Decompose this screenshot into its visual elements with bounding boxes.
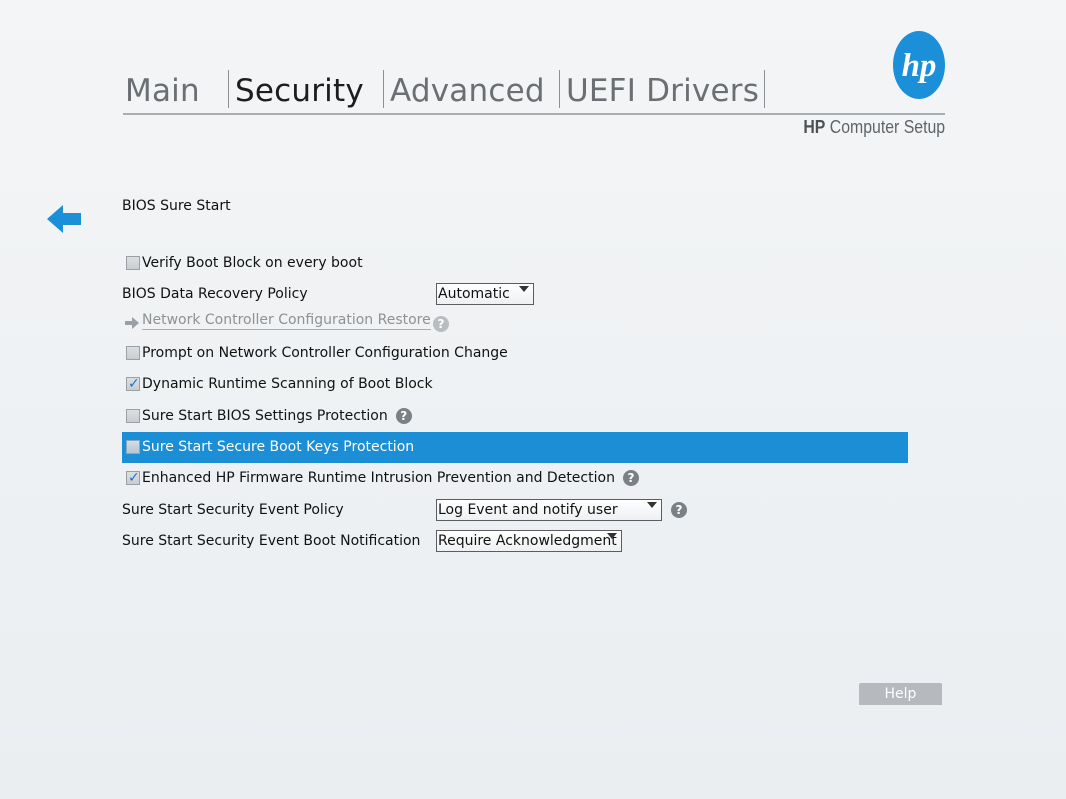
data-recovery-policy-label: BIOS Data Recovery Policy — [122, 286, 308, 302]
tab-security[interactable]: Security — [235, 73, 364, 109]
event-policy-select[interactable]: Log Event and notify user — [436, 499, 662, 521]
checkmark-icon: ✓ — [128, 470, 140, 486]
bios-settings-protection-checkbox[interactable] — [126, 409, 140, 423]
secure-boot-keys-protection-checkbox[interactable] — [126, 440, 140, 454]
network-restore-link[interactable]: Network Controller Configuration Restore — [142, 312, 431, 330]
brand-bold: HP — [803, 117, 826, 137]
chevron-down-icon — [607, 533, 617, 539]
help-icon[interactable]: ? — [395, 408, 412, 424]
boot-notification-row: Sure Start Security Event Boot Notificat… — [122, 526, 908, 557]
bios-settings-protection-text: Sure Start BIOS Settings Protection — [142, 408, 388, 424]
hp-logo: hp — [893, 31, 945, 99]
hp-logo-text: hp — [902, 48, 937, 84]
boot-notification-select[interactable]: Require Acknowledgment — [436, 530, 622, 552]
checkmark-icon: ✓ — [128, 376, 140, 392]
boot-notification-value: Require Acknowledgment — [438, 533, 617, 549]
bios-settings-protection-label: Sure Start BIOS Settings Protection? — [142, 401, 412, 432]
section-title: BIOS Sure Start — [122, 198, 231, 214]
chevron-down-icon — [647, 502, 657, 508]
help-icon[interactable]: ? — [622, 470, 639, 486]
verify-boot-block-row: Verify Boot Block on every boot — [122, 248, 908, 279]
brand-title: HP Computer Setup — [803, 117, 945, 138]
enhanced-firmware-text: Enhanced HP Firmware Runtime Intrusion P… — [142, 470, 615, 486]
event-policy-row: Sure Start Security Event Policy Log Eve… — [122, 495, 908, 526]
prompt-network-change-checkbox[interactable] — [126, 346, 140, 360]
dynamic-scanning-row: ✓ Dynamic Runtime Scanning of Boot Block — [122, 369, 908, 400]
prompt-network-change-row: Prompt on Network Controller Configurati… — [122, 338, 908, 369]
prompt-network-change-label: Prompt on Network Controller Configurati… — [142, 345, 508, 361]
verify-boot-block-checkbox[interactable] — [126, 256, 140, 270]
dynamic-scanning-checkbox[interactable]: ✓ — [126, 376, 140, 392]
data-recovery-policy-value: Automatic — [438, 286, 510, 302]
enhanced-firmware-row: ✓ Enhanced HP Firmware Runtime Intrusion… — [122, 463, 908, 494]
secure-boot-keys-protection-row[interactable]: Sure Start Secure Boot Keys Protection — [122, 432, 908, 463]
secure-boot-keys-protection-label: Sure Start Secure Boot Keys Protection — [142, 439, 415, 455]
tab-separator — [764, 70, 765, 108]
enhanced-firmware-checkbox[interactable]: ✓ — [126, 470, 140, 486]
chevron-down-icon — [519, 286, 529, 292]
arrow-left-icon[interactable] — [46, 203, 84, 235]
tab-uefi-drivers[interactable]: UEFI Drivers — [566, 73, 759, 109]
dynamic-scanning-label: Dynamic Runtime Scanning of Boot Block — [142, 376, 433, 392]
bios-settings-protection-row: Sure Start BIOS Settings Protection? — [122, 401, 908, 432]
tab-separator — [228, 70, 229, 108]
tab-separator — [559, 70, 560, 108]
data-recovery-policy-row: BIOS Data Recovery Policy Automatic — [122, 279, 908, 310]
tab-bar: Main Security Advanced UEFI Drivers — [123, 68, 945, 112]
arrow-right-icon — [125, 317, 139, 329]
enhanced-firmware-label: Enhanced HP Firmware Runtime Intrusion P… — [142, 463, 639, 494]
data-recovery-policy-select[interactable]: Automatic — [436, 283, 534, 305]
tab-separator — [383, 70, 384, 108]
boot-notification-label: Sure Start Security Event Boot Notificat… — [122, 533, 421, 549]
verify-boot-block-label: Verify Boot Block on every boot — [142, 255, 363, 271]
help-button[interactable]: Help — [859, 683, 942, 705]
tab-advanced[interactable]: Advanced — [390, 73, 545, 109]
event-policy-value: Log Event and notify user — [438, 502, 618, 518]
tab-underline — [123, 113, 945, 115]
tab-main[interactable]: Main — [125, 73, 200, 109]
brand-rest: Computer Setup — [829, 117, 945, 137]
help-icon[interactable]: ? — [433, 316, 449, 332]
event-policy-label: Sure Start Security Event Policy — [122, 502, 344, 518]
help-icon[interactable]: ? — [671, 502, 687, 518]
